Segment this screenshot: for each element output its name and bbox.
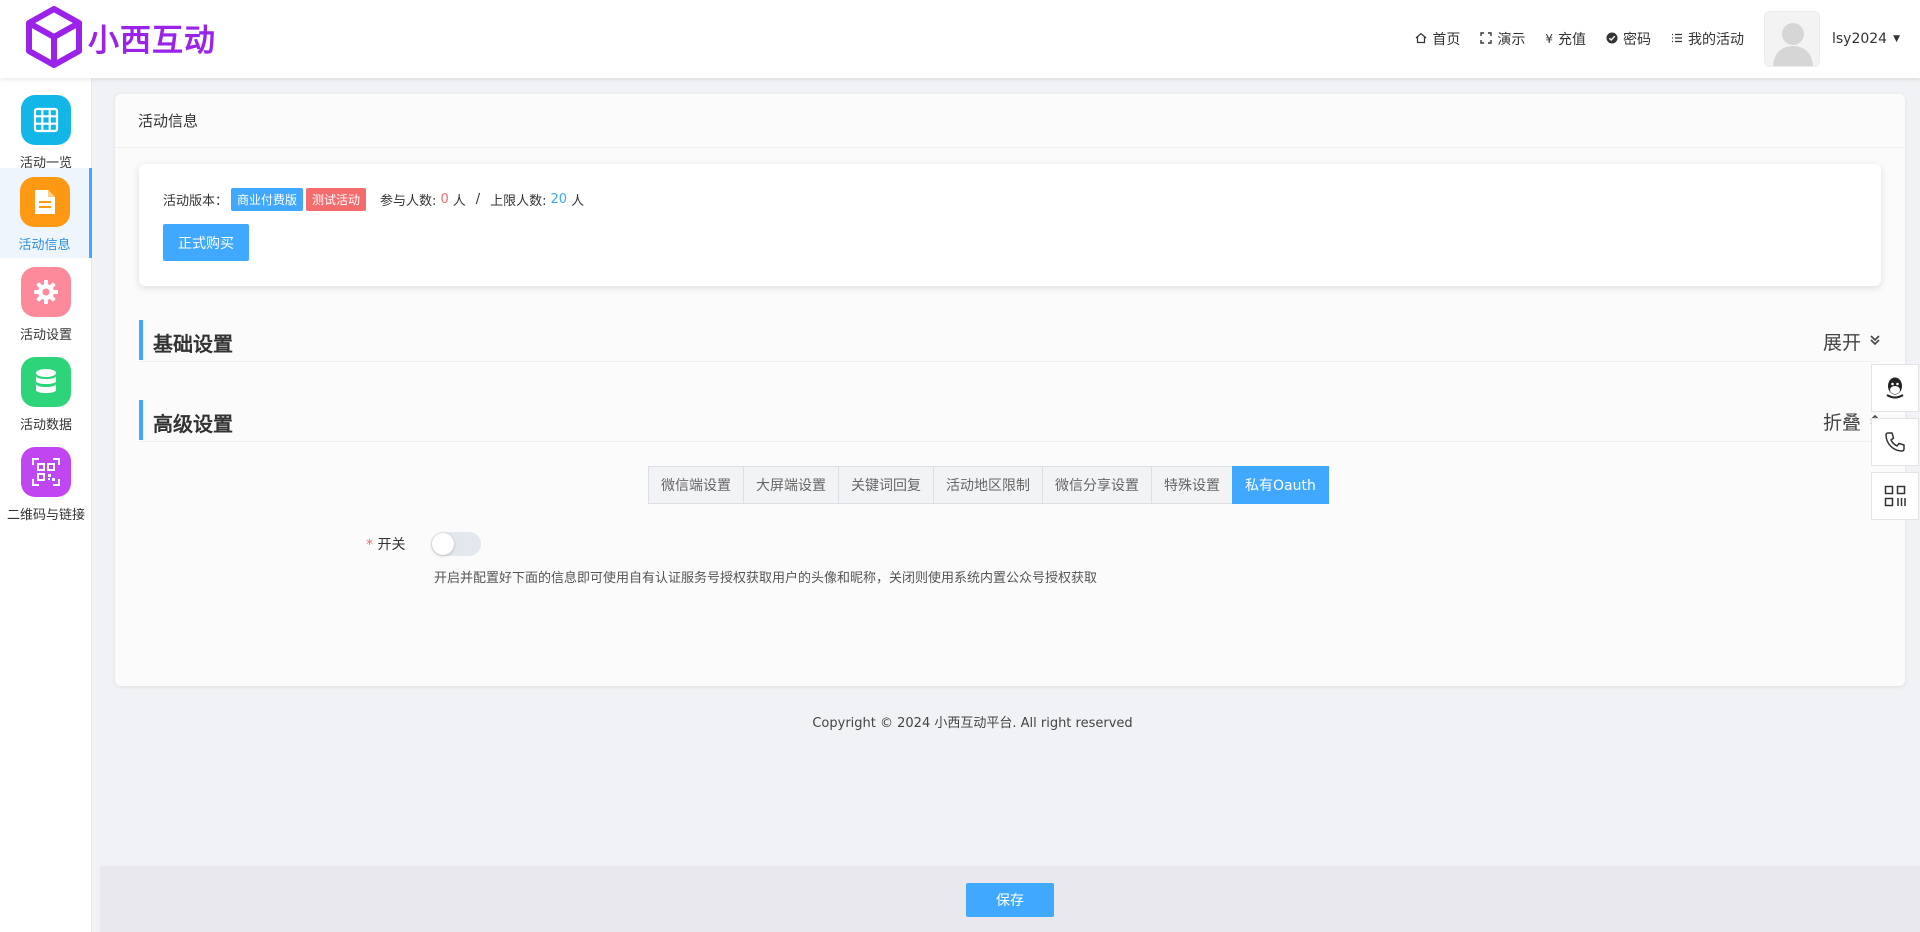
section-accent-bar bbox=[139, 400, 143, 440]
nav-home-label: 首页 bbox=[1432, 32, 1461, 48]
qq-icon[interactable] bbox=[1871, 364, 1919, 412]
nav-demo[interactable]: 演示 bbox=[1480, 29, 1525, 49]
logo-text: 小西互动 bbox=[88, 22, 216, 59]
tab-wechat-share[interactable]: 微信分享设置 bbox=[1042, 466, 1152, 504]
logo-cube-icon bbox=[26, 6, 82, 68]
copyright: Copyright © 2024 小西互动平台. All right reser… bbox=[812, 716, 1133, 731]
buy-button[interactable]: 正式购买 bbox=[163, 224, 249, 261]
list-icon bbox=[1671, 32, 1683, 47]
fullscreen-icon bbox=[1480, 31, 1493, 47]
settings-tabs: 微信端设置 大屏端设置 关键词回复 活动地区限制 微信分享设置 特殊设置 私有O… bbox=[648, 466, 1329, 504]
sidebar-item-activity-info[interactable]: 活动信息 bbox=[0, 168, 92, 258]
username: lsy2024 bbox=[1831, 31, 1888, 47]
tag-test: 测试活动 bbox=[306, 188, 367, 211]
basic-settings-title: 基础设置 bbox=[153, 332, 233, 356]
user-menu[interactable]: lsy2024 ▼ bbox=[1832, 31, 1900, 47]
participants-unit: 人 bbox=[452, 194, 466, 209]
top-nav: 首页 演示 ¥ 充值 密码 我的活动 lsy2024 ▼ bbox=[1415, 0, 1900, 78]
sidebar-item-label: 二维码与链接 bbox=[6, 508, 85, 523]
nav-demo-label: 演示 bbox=[1497, 32, 1526, 48]
check-circle-icon bbox=[1606, 32, 1618, 47]
tab-bigscreen-settings[interactable]: 大屏端设置 bbox=[743, 466, 839, 504]
nav-password[interactable]: 密码 bbox=[1606, 29, 1651, 49]
nav-recharge-label: 充值 bbox=[1557, 32, 1586, 48]
toggle-label: 展开 bbox=[1822, 332, 1861, 354]
basic-settings-toggle[interactable]: 展开 bbox=[1823, 328, 1881, 355]
phone-icon[interactable] bbox=[1871, 418, 1919, 466]
floating-tools bbox=[1871, 364, 1920, 526]
tab-keyword-reply[interactable]: 关键词回复 bbox=[838, 466, 934, 504]
version-info-row: 活动版本： 商业付费版 测试活动 参与人数: 0 人 / 上限人数: 20 人 bbox=[163, 188, 584, 211]
toggle-label: 折叠 bbox=[1822, 412, 1861, 434]
separator: / bbox=[475, 192, 481, 207]
tab-private-oauth[interactable]: 私有Oauth bbox=[1232, 466, 1329, 504]
tab-region-limit[interactable]: 活动地区限制 bbox=[933, 466, 1043, 504]
sidebar-item-qrcode-link[interactable]: 二维码与链接 bbox=[0, 438, 92, 528]
tag-paid: 商业付费版 bbox=[231, 188, 304, 211]
version-label: 活动版本： bbox=[163, 194, 229, 209]
sidebar-item-activity-list[interactable]: 活动一览 bbox=[0, 86, 92, 176]
limit-label: 上限人数: bbox=[490, 194, 547, 209]
user-silhouette-icon bbox=[1773, 23, 1813, 66]
gear-icon bbox=[21, 267, 71, 317]
save-button[interactable]: 保存 bbox=[966, 883, 1054, 917]
advanced-settings-section: 高级设置 折叠 bbox=[139, 400, 1881, 442]
tab-special-settings[interactable]: 特殊设置 bbox=[1151, 466, 1233, 504]
sidebar: 活动一览 活动信息 活动设置 活动数据 二维码与链接 bbox=[0, 78, 92, 932]
participants-value: 0 bbox=[440, 192, 449, 207]
qrcode-icon[interactable] bbox=[1871, 472, 1919, 520]
caret-down-icon: ▼ bbox=[1893, 34, 1900, 44]
qrcode-icon bbox=[21, 447, 71, 497]
switch-knob bbox=[432, 533, 454, 555]
sidebar-item-label: 活动信息 bbox=[18, 238, 71, 253]
sidebar-item-label: 活动数据 bbox=[19, 418, 72, 433]
main-content: 活动信息 活动版本： 商业付费版 测试活动 参与人数: 0 人 / 上限人数: … bbox=[100, 78, 1920, 932]
tab-wechat-settings[interactable]: 微信端设置 bbox=[648, 466, 744, 504]
nav-my-activities[interactable]: 我的活动 bbox=[1671, 29, 1744, 49]
switch-label: * 开关 bbox=[366, 534, 405, 554]
top-header: 小西互动 首页 演示 ¥ 充值 密码 我的活动 lsy2024 ▼ bbox=[0, 0, 1920, 78]
sidebar-item-label: 活动设置 bbox=[19, 328, 72, 343]
switch-help-text: 开启并配置好下面的信息即可使用自有认证服务号授权获取用户的头像和昵称，关闭则使用… bbox=[434, 571, 1098, 586]
home-icon bbox=[1415, 32, 1427, 47]
footer-bar: 保存 bbox=[100, 866, 1920, 932]
limit-value: 20 bbox=[550, 192, 568, 207]
panel-title: 活动信息 bbox=[115, 94, 1905, 148]
required-star: * bbox=[366, 537, 373, 553]
nav-home[interactable]: 首页 bbox=[1415, 29, 1460, 49]
version-info-card: 活动版本： 商业付费版 测试活动 参与人数: 0 人 / 上限人数: 20 人 … bbox=[139, 164, 1881, 286]
sidebar-item-activity-settings[interactable]: 活动设置 bbox=[0, 258, 92, 348]
avatar[interactable] bbox=[1763, 11, 1820, 67]
switch-label-text: 开关 bbox=[377, 537, 406, 553]
activity-info-panel: 活动信息 活动版本： 商业付费版 测试活动 参与人数: 0 人 / 上限人数: … bbox=[115, 94, 1905, 686]
nav-password-label: 密码 bbox=[1622, 32, 1651, 48]
basic-settings-section: 基础设置 展开 bbox=[139, 320, 1881, 362]
database-icon bbox=[21, 357, 71, 407]
section-accent-bar bbox=[139, 320, 143, 360]
sidebar-item-activity-data[interactable]: 活动数据 bbox=[0, 348, 92, 438]
limit-unit: 人 bbox=[571, 194, 585, 209]
participants-label: 参与人数: bbox=[380, 194, 437, 209]
nav-my-activities-label: 我的活动 bbox=[1687, 32, 1744, 48]
yen-icon: ¥ bbox=[1545, 32, 1553, 46]
advanced-settings-title: 高级设置 bbox=[153, 412, 233, 436]
logo[interactable]: 小西互动 bbox=[26, 6, 216, 68]
nav-recharge[interactable]: ¥ 充值 bbox=[1545, 29, 1586, 49]
document-icon bbox=[19, 177, 70, 227]
double-chevron-down-icon bbox=[1869, 334, 1881, 350]
grid-icon bbox=[21, 95, 71, 145]
oauth-toggle-switch[interactable] bbox=[431, 532, 481, 556]
